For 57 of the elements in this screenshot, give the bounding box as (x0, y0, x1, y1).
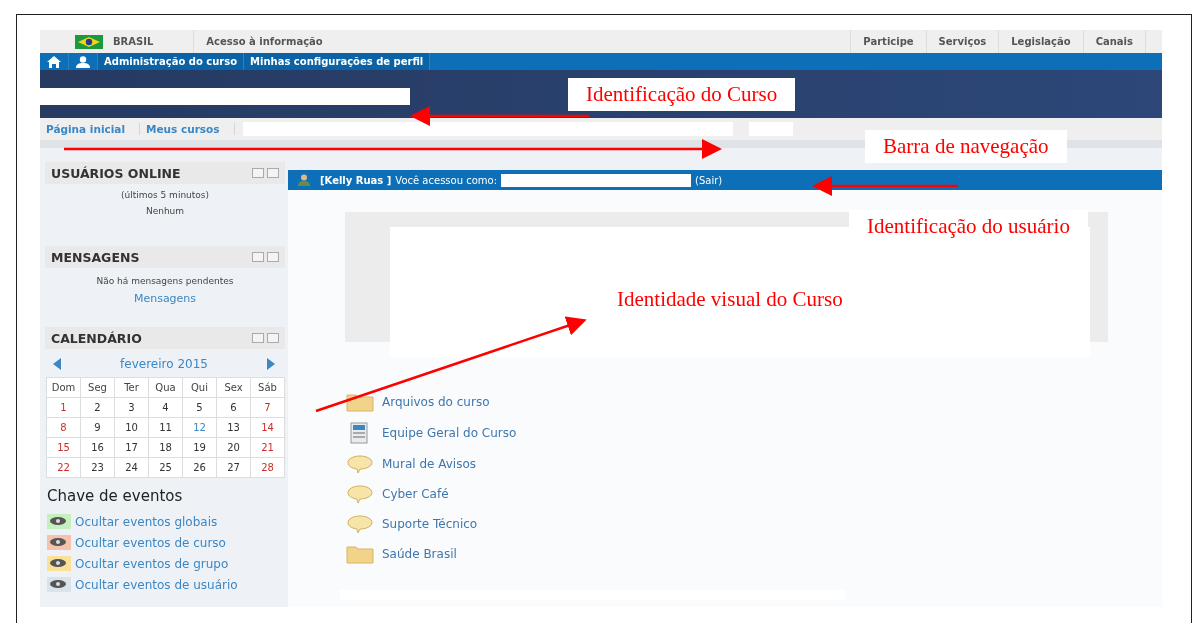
folder-icon (346, 544, 374, 564)
event-key-link[interactable]: Ocultar eventos de grupo (75, 556, 229, 571)
next-month-icon[interactable] (267, 358, 275, 370)
calendar-day[interactable]: 15 (46, 437, 81, 458)
block-text: Nenhum (144, 206, 186, 216)
weekday-header: Seg (80, 377, 115, 398)
country-label: BRASIL (112, 35, 155, 49)
weekday-header: Sex (216, 377, 251, 398)
calendar-day[interactable]: 22 (46, 457, 81, 478)
event-key-link[interactable]: Ocultar eventos de usuário (75, 577, 238, 592)
breadcrumb-link[interactable]: Meus cursos (140, 123, 235, 135)
annotation-label: Barra de navegação (865, 130, 1067, 163)
event-key-link[interactable]: Ocultar eventos globais (75, 514, 218, 529)
dock-icon[interactable] (267, 252, 279, 262)
weekday-header: Dom (46, 377, 81, 398)
login-text: Você acessou como: (395, 174, 498, 186)
flag-icon (75, 34, 103, 49)
breadcrumb-link[interactable]: Página inicial (40, 123, 140, 135)
user-icon (298, 174, 310, 186)
block-text: Não há mensagens pendentes (95, 276, 235, 286)
minimize-icon[interactable] (252, 168, 264, 178)
minimize-icon[interactable] (252, 252, 264, 262)
event-key-link[interactable]: Ocultar eventos de curso (75, 535, 226, 550)
event-key-title: Chave de eventos (47, 487, 184, 505)
weekday-header: Ter (114, 377, 149, 398)
dock-icon[interactable] (267, 168, 279, 178)
weekday-header: Qui (182, 377, 217, 398)
month-title: fevereiro 2015 (120, 357, 208, 371)
speech-bubble-icon (346, 454, 374, 474)
annotation-label: Identificação do Curso (568, 78, 796, 111)
activity-link[interactable]: Arquivos do curso (382, 395, 490, 409)
block-text: (últimos 5 minutos) (119, 190, 211, 200)
activity-link[interactable]: Cyber Café (382, 487, 449, 501)
activity-link[interactable]: Saúde Brasil (382, 547, 457, 561)
minimize-icon[interactable] (252, 333, 264, 343)
activity-link[interactable]: Mural de Avisos (382, 457, 476, 471)
block-title: USUÁRIOS ONLINE (51, 165, 181, 181)
nav-menu-item[interactable]: Administração do curso (98, 53, 245, 70)
dock-icon[interactable] (267, 333, 279, 343)
nav-menu-item[interactable]: Minhas configurações de perfil (244, 53, 431, 70)
calendar-day[interactable]: 8 (46, 417, 81, 438)
weekday-header: Sáb (250, 377, 285, 398)
annotation-label: Identidade visual do Curso (616, 286, 844, 313)
activity-link[interactable]: Suporte Técnico (382, 517, 478, 531)
logout-link[interactable]: (Sair) (695, 174, 723, 186)
calendar-day[interactable]: 1 (46, 397, 81, 418)
activity-link[interactable]: Equipe Geral do Curso (382, 426, 517, 440)
block-title: CALENDÁRIO (51, 330, 142, 346)
messages-link[interactable]: Mensagens (45, 292, 285, 305)
home-icon[interactable] (47, 55, 61, 68)
user-name[interactable]: [Kelly Ruas ] (320, 174, 392, 186)
weekday-header: Qua (148, 377, 183, 398)
speech-bubble-icon (346, 484, 374, 504)
block-title: MENSAGENS (51, 249, 140, 265)
user-icon[interactable] (76, 55, 90, 68)
previous-month-icon[interactable] (53, 358, 61, 370)
speech-bubble-icon (346, 514, 374, 534)
